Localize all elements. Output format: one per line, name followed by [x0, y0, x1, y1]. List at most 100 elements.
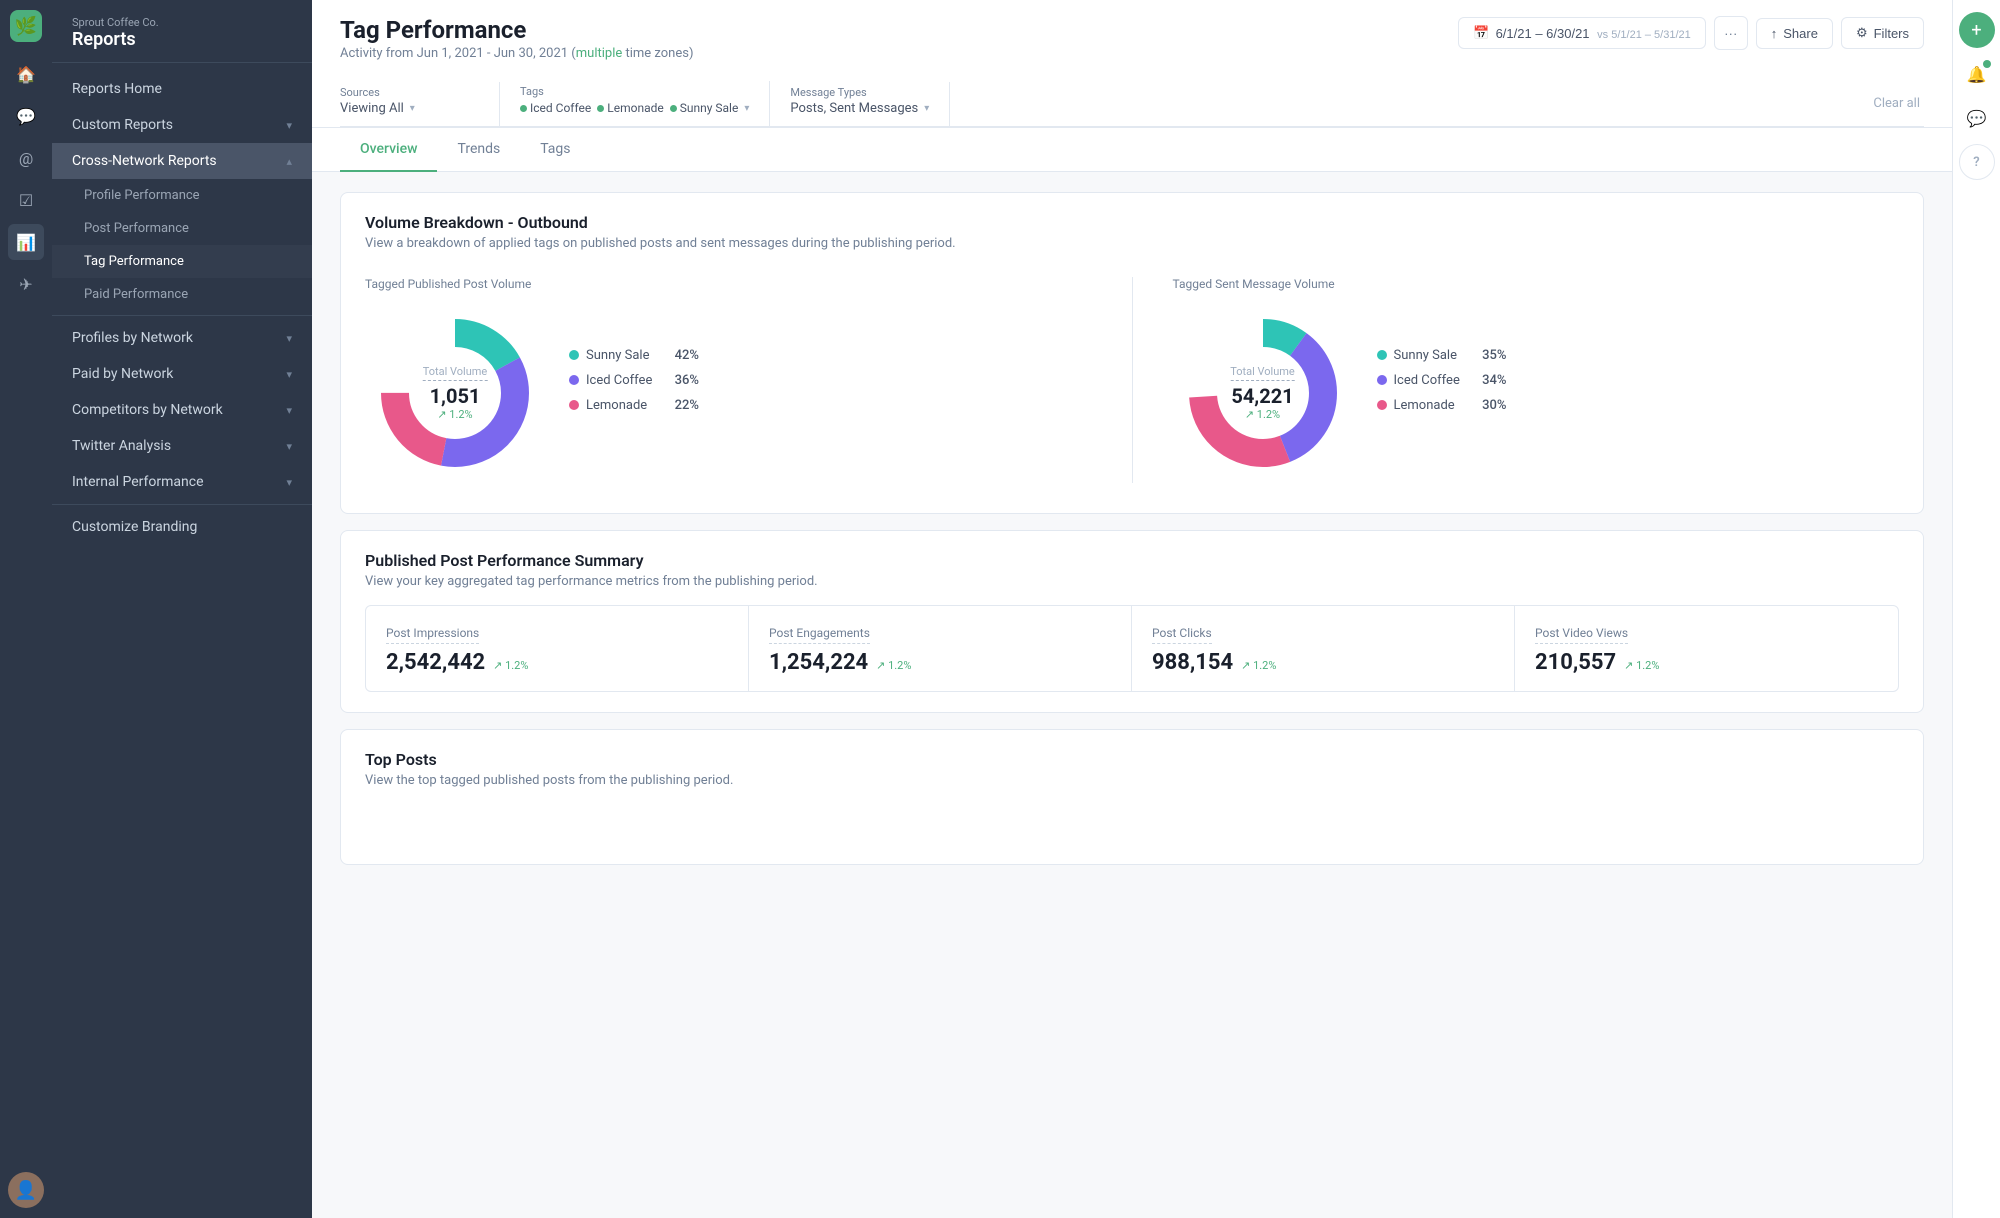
stat-value-row: 210,557 ↗ 1.2% [1535, 650, 1878, 675]
stat-change-clicks: ↗ 1.2% [1241, 659, 1276, 672]
user-avatar[interactable]: 👤 [8, 1172, 44, 1208]
tags-filter: Tags Iced Coffee Lemonade Sunny Sale ▾ [520, 81, 770, 126]
right-donut-label: Tagged Sent Message Volume [1173, 277, 1353, 291]
sidebar-item-paid-by-network[interactable]: Paid by Network ▾ [52, 356, 312, 392]
notifications-icon[interactable]: 🔔 [1959, 56, 1995, 92]
home-icon[interactable]: 🏠 [8, 56, 44, 92]
stat-post-impressions: Post Impressions 2,542,442 ↗ 1.2% [366, 606, 749, 691]
right-donut-center: Total Volume 54,221 ↗ 1.2% [1230, 365, 1295, 421]
page-title-area: Tag Performance Activity from Jun 1, 202… [340, 16, 694, 61]
date-range-button[interactable]: 📅 6/1/21 – 6/30/21 vs 5/1/21 – 5/31/21 [1458, 17, 1705, 49]
company-name: Sprout Coffee Co. [72, 16, 292, 29]
help-icon[interactable]: ? [1959, 144, 1995, 180]
legend-dot-pink [569, 400, 579, 410]
mentions-icon[interactable]: @ [8, 140, 44, 176]
custom-reports-label: Custom Reports [72, 117, 173, 133]
message-types-chevron: ▾ [924, 103, 929, 114]
legend-item-iced-coffee-left: Iced Coffee 36% [569, 373, 699, 388]
timezone-link[interactable]: multiple [576, 46, 623, 61]
sidebar-title: Reports [72, 29, 292, 50]
calendar-icon: 📅 [1473, 25, 1489, 41]
stat-value-row: 988,154 ↗ 1.2% [1152, 650, 1494, 675]
header-actions: 📅 6/1/21 – 6/30/21 vs 5/1/21 – 5/31/21 ·… [1458, 16, 1924, 50]
sidebar-item-profile-performance[interactable]: Profile Performance [52, 179, 312, 212]
sidebar-item-paid-performance[interactable]: Paid Performance [52, 278, 312, 311]
more-button[interactable]: ··· [1714, 16, 1748, 50]
sidebar-item-competitors-by-network[interactable]: Competitors by Network ▾ [52, 392, 312, 428]
chevron-down-icon: ▾ [286, 119, 292, 132]
top-posts-title: Top Posts [365, 750, 1899, 769]
sidebar-nav: Reports Home Custom Reports ▾ Cross-Netw… [52, 63, 312, 1218]
performance-summary-card: Published Post Performance Summary View … [340, 530, 1924, 713]
stats-row: Post Impressions 2,542,442 ↗ 1.2% Post E… [365, 605, 1899, 692]
notification-rail: + 🔔 💬 ? [1952, 0, 2000, 1218]
left-donut-change: ↗ 1.2% [423, 408, 488, 421]
stat-name-video-views: Post Video Views [1535, 626, 1628, 644]
left-donut-center-label: Total Volume [423, 365, 488, 381]
stat-value-video-views: 210,557 [1535, 650, 1616, 675]
sources-value[interactable]: Viewing All ▾ [340, 101, 479, 116]
stat-name-impressions: Post Impressions [386, 626, 479, 644]
clear-all-button[interactable]: Clear all [1873, 96, 1924, 111]
feedback-icon[interactable]: 💬 [1959, 100, 1995, 136]
chevron-down-icon: ▾ [286, 476, 292, 489]
sidebar-item-tag-performance[interactable]: Tag Performance [52, 245, 312, 278]
right-donut-section: Tagged Sent Message Volume Total Volume [1173, 277, 1900, 483]
filters-icon: ⚙ [1856, 25, 1868, 41]
inbox-icon[interactable]: 💬 [8, 98, 44, 134]
legend-pct: 22% [675, 398, 699, 413]
tag-sunny-sale: Sunny Sale [670, 100, 739, 116]
legend-label: Sunny Sale [586, 348, 649, 363]
top-posts-card: Top Posts View the top tagged published … [340, 729, 1924, 865]
legend-label: Lemonade [1394, 398, 1455, 413]
legend-dot-teal [1377, 350, 1387, 360]
sidebar-item-internal-performance[interactable]: Internal Performance ▾ [52, 464, 312, 500]
legend-item-lemonade-right: Lemonade 30% [1377, 398, 1507, 413]
legend-item-iced-coffee-right: Iced Coffee 34% [1377, 373, 1507, 388]
message-types-value[interactable]: Posts, Sent Messages ▾ [790, 101, 929, 116]
nav-divider-2 [52, 504, 312, 505]
left-donut-section: Tagged Published Post Volume [365, 277, 1092, 483]
sidebar-item-post-performance[interactable]: Post Performance [52, 212, 312, 245]
legend-pct: 30% [1482, 398, 1506, 413]
sidebar-item-customize-branding[interactable]: Customize Branding [52, 509, 312, 545]
sidebar-item-twitter-analysis[interactable]: Twitter Analysis ▾ [52, 428, 312, 464]
legend-item-lemonade-left: Lemonade 22% [569, 398, 699, 413]
legend-dot-pink [1377, 400, 1387, 410]
right-donut-wrapper: Total Volume 54,221 ↗ 1.2% [1173, 303, 1353, 483]
volume-card-title: Volume Breakdown - Outbound [365, 213, 1899, 232]
sidebar-item-custom-reports[interactable]: Custom Reports ▾ [52, 107, 312, 143]
chevron-down-icon: ▾ [286, 404, 292, 417]
chevron-up-icon: ▴ [286, 155, 292, 168]
tags-value[interactable]: Iced Coffee Lemonade Sunny Sale ▾ [520, 100, 749, 116]
sidebar-item-profiles-by-network[interactable]: Profiles by Network ▾ [52, 320, 312, 356]
donut-divider [1132, 277, 1133, 483]
header-top: Tag Performance Activity from Jun 1, 202… [340, 16, 1924, 61]
right-donut-legend: Sunny Sale 35% Iced Coffee 34% [1377, 348, 1507, 413]
chevron-down-icon: ▾ [286, 332, 292, 345]
reports-icon[interactable]: 📊 [8, 224, 44, 260]
tabs-bar: Overview Trends Tags [312, 128, 1952, 172]
stat-change-video-views: ↗ 1.2% [1624, 659, 1659, 672]
share-button[interactable]: ↑ Share [1756, 18, 1833, 49]
stat-name-engagements: Post Engagements [769, 626, 870, 644]
tab-trends[interactable]: Trends [437, 128, 520, 172]
content-area: Volume Breakdown - Outbound View a break… [312, 172, 1952, 1218]
tab-tags[interactable]: Tags [520, 128, 590, 172]
filters-button[interactable]: ⚙ Filters [1841, 17, 1924, 49]
volume-card-subtitle: View a breakdown of applied tags on publ… [365, 236, 1899, 251]
compose-button[interactable]: + [1959, 12, 1995, 48]
left-donut-wrapper: Total Volume 1,051 ↗ 1.2% [365, 303, 545, 483]
stat-post-video-views: Post Video Views 210,557 ↗ 1.2% [1515, 606, 1898, 691]
legend-pct: 34% [1482, 373, 1506, 388]
legend-dot-purple [1377, 375, 1387, 385]
stat-value-row: 2,542,442 ↗ 1.2% [386, 650, 728, 675]
tags-chevron: ▾ [744, 103, 749, 114]
tasks-icon[interactable]: ☑ [8, 182, 44, 218]
notification-badge [1983, 60, 1991, 68]
sidebar-item-cross-network[interactable]: Cross-Network Reports ▴ [52, 143, 312, 179]
tab-overview[interactable]: Overview [340, 128, 437, 172]
customize-branding-label: Customize Branding [72, 519, 197, 535]
sidebar-item-reports-home[interactable]: Reports Home [52, 71, 312, 107]
publish-icon[interactable]: ✈ [8, 266, 44, 302]
